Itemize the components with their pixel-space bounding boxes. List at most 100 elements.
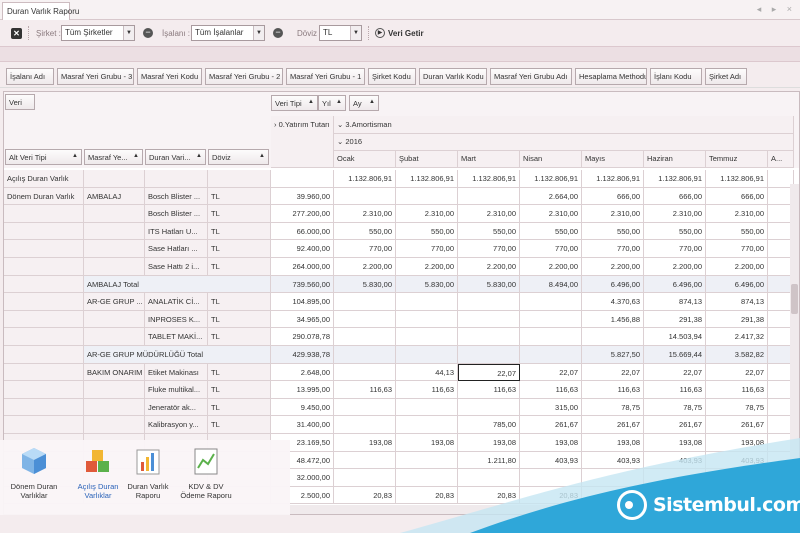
- value-cell[interactable]: 315,00: [520, 398, 582, 417]
- value-cell[interactable]: [396, 328, 458, 346]
- month-header[interactable]: A...: [768, 151, 794, 168]
- value-cell[interactable]: 2.310,00: [396, 205, 458, 223]
- row-level1[interactable]: [4, 398, 84, 417]
- value-cell[interactable]: 31.400,00: [271, 416, 334, 434]
- value-cell[interactable]: 20,83: [396, 486, 458, 505]
- row-level1[interactable]: Açılış Duran Varlık: [4, 170, 84, 188]
- value-cell[interactable]: 1.132.806,91: [334, 170, 396, 188]
- month-header[interactable]: Mayıs: [582, 151, 644, 168]
- value-cell[interactable]: 4.370,63: [582, 293, 644, 311]
- value-cell[interactable]: [334, 346, 396, 364]
- value-cell[interactable]: [334, 328, 396, 346]
- value-cell[interactable]: 264.000,00: [271, 258, 334, 276]
- clear-sirket-icon[interactable]: −: [143, 28, 153, 38]
- value-cell[interactable]: 666,00: [706, 187, 768, 206]
- value-cell[interactable]: 1.132.806,91: [582, 170, 644, 188]
- value-cell[interactable]: 20,83: [520, 486, 582, 505]
- value-cell[interactable]: 290.078,78: [271, 328, 334, 346]
- value-cell[interactable]: [334, 187, 396, 206]
- row-level2[interactable]: [84, 310, 145, 329]
- value-cell[interactable]: 1.132.806,91: [644, 170, 706, 188]
- row-level1[interactable]: [4, 275, 84, 294]
- value-cell[interactable]: 5.827,50: [582, 346, 644, 364]
- value-cell[interactable]: [520, 328, 582, 346]
- value-cell[interactable]: 116,63: [458, 381, 520, 399]
- value-cell[interactable]: [458, 310, 520, 329]
- row-level1[interactable]: [4, 258, 84, 276]
- row-level2[interactable]: [84, 328, 145, 346]
- row-level3[interactable]: [145, 170, 208, 188]
- value-cell[interactable]: 92.400,00: [271, 240, 334, 258]
- row-level3[interactable]: Jeneratör ak...: [145, 398, 208, 417]
- value-cell[interactable]: [396, 451, 458, 470]
- value-cell[interactable]: 116,63: [334, 381, 396, 399]
- launcher-donem-duran-varliklar[interactable]: Dönem Duran Varlıklar: [4, 444, 64, 512]
- value-cell[interactable]: 78,75: [706, 398, 768, 417]
- value-cell[interactable]: 3.582,82: [706, 346, 768, 364]
- value-cell[interactable]: [520, 293, 582, 311]
- col-header-yatirim[interactable]: › 0.Yatırım Tutarı: [271, 116, 334, 168]
- row-level2[interactable]: [84, 222, 145, 241]
- value-cell[interactable]: 261,67: [520, 416, 582, 434]
- value-cell[interactable]: [520, 346, 582, 364]
- value-cell[interactable]: 770,00: [334, 240, 396, 258]
- value-cell[interactable]: 2.200,00: [396, 258, 458, 276]
- value-cell[interactable]: 666,00: [644, 187, 706, 206]
- value-cell[interactable]: 2.648,00: [271, 363, 334, 382]
- value-cell[interactable]: 44,13: [396, 363, 458, 382]
- value-cell[interactable]: 770,00: [644, 240, 706, 258]
- chevron-down-icon[interactable]: ▼: [350, 26, 361, 40]
- value-cell[interactable]: 193,08: [396, 434, 458, 452]
- value-cell[interactable]: 116,63: [396, 381, 458, 399]
- value-cell[interactable]: 20,83: [334, 486, 396, 505]
- value-cell[interactable]: 6.496,00: [582, 275, 644, 294]
- value-cell[interactable]: 22,07: [706, 363, 768, 382]
- value-cell[interactable]: 2.310,00: [582, 205, 644, 223]
- value-cell[interactable]: 2.200,00: [458, 258, 520, 276]
- value-cell[interactable]: [396, 293, 458, 311]
- value-cell[interactable]: 277.200,00: [271, 205, 334, 223]
- value-cell[interactable]: 550,00: [706, 222, 768, 241]
- tab-navigation-icons[interactable]: ◂ ▸ ×: [757, 4, 796, 15]
- value-cell[interactable]: [396, 398, 458, 417]
- value-cell[interactable]: 739.560,00: [271, 275, 334, 294]
- row-level1[interactable]: [4, 346, 84, 364]
- value-cell[interactable]: 2.310,00: [458, 205, 520, 223]
- value-cell[interactable]: 770,00: [458, 240, 520, 258]
- value-cell[interactable]: 874,13: [644, 293, 706, 311]
- value-cell[interactable]: 20,83: [458, 486, 520, 505]
- value-cell[interactable]: [706, 469, 768, 487]
- row-level2[interactable]: AR-GE GRUP ...: [84, 293, 145, 311]
- launcher-duran-varlik-raporu[interactable]: Duran Varlık Raporu: [118, 444, 178, 512]
- value-cell[interactable]: 6.496,00: [706, 275, 768, 294]
- chevron-down-icon[interactable]: ▼: [253, 26, 264, 40]
- value-cell[interactable]: [334, 416, 396, 434]
- sirket-select[interactable]: Tüm Şirketler ▼: [61, 25, 135, 41]
- value-cell[interactable]: 550,00: [458, 222, 520, 241]
- value-cell[interactable]: [582, 469, 644, 487]
- row-field-button[interactable]: Masraf Ye... ▲: [84, 149, 143, 165]
- chevron-down-icon[interactable]: ▼: [123, 26, 134, 40]
- field-button[interactable]: Masraf Yeri Grubu - 2: [205, 68, 283, 85]
- value-cell[interactable]: [334, 293, 396, 311]
- value-cell[interactable]: [396, 469, 458, 487]
- field-button[interactable]: Masraf Yeri Grubu - 3: [57, 68, 134, 85]
- row-level2[interactable]: AMBALAJ: [84, 187, 145, 206]
- isalani-select[interactable]: Tüm İşalanlar ▼: [191, 25, 265, 41]
- value-cell[interactable]: 66.000,00: [271, 222, 334, 241]
- row-level3[interactable]: TABLET MAKİ...: [145, 328, 208, 346]
- month-header[interactable]: Ocak: [334, 151, 396, 168]
- value-cell[interactable]: 785,00: [458, 416, 520, 434]
- value-cell[interactable]: 34.965,00: [271, 310, 334, 329]
- col-field-button[interactable]: Veri Tipi ▲: [271, 95, 318, 111]
- row-level3[interactable]: Fluke multikal...: [145, 381, 208, 399]
- close-filter-button[interactable]: ✕: [11, 25, 22, 41]
- value-cell[interactable]: 666,00: [582, 187, 644, 206]
- row-total-label[interactable]: AMBALAJ Total: [84, 275, 271, 294]
- row-level2[interactable]: [84, 416, 145, 434]
- value-cell[interactable]: 1.132.806,91: [396, 170, 458, 188]
- value-cell[interactable]: [334, 451, 396, 470]
- col-field-button[interactable]: Ay ▲: [349, 95, 379, 111]
- value-cell[interactable]: 261,67: [582, 416, 644, 434]
- row-level1[interactable]: [4, 416, 84, 434]
